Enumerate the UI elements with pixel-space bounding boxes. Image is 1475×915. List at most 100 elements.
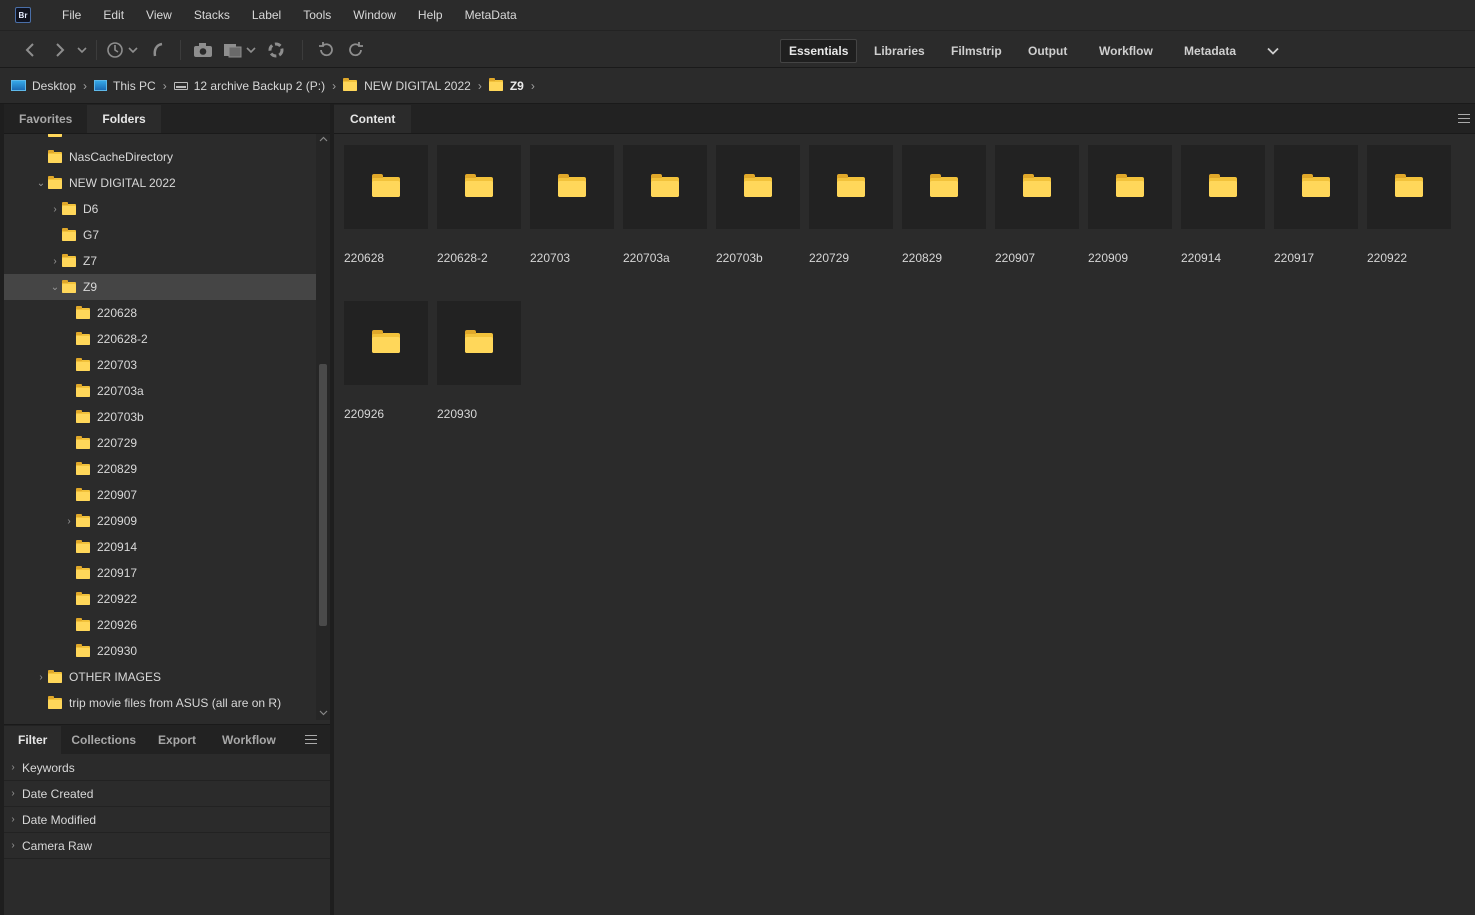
tab-favorites[interactable]: Favorites [4, 105, 87, 133]
workspace-workflow[interactable]: Workflow [1091, 39, 1161, 63]
breadcrumb-separator-icon[interactable]: › [83, 79, 87, 93]
tree-row[interactable]: NasCacheDirectory [4, 144, 318, 170]
tab-folders[interactable]: Folders [87, 105, 161, 133]
folder-thumbnail[interactable]: 220703a [623, 145, 707, 285]
filter-row[interactable]: › Date Created [4, 781, 330, 807]
tree-row[interactable]: 220628 [4, 300, 318, 326]
expand-chevron-icon[interactable]: › [48, 256, 62, 267]
thumbnail-box[interactable] [809, 145, 893, 229]
folder-thumbnail[interactable]: 220703b [716, 145, 800, 285]
refine-icon[interactable] [266, 39, 286, 61]
tree-row[interactable]: 220917 [4, 560, 318, 586]
thumbnail-box[interactable] [995, 145, 1079, 229]
tree-row[interactable]: 220926 [4, 612, 318, 638]
breadcrumb-new-digital-2022[interactable]: NEW DIGITAL 2022 [343, 78, 471, 93]
breadcrumb-separator-icon[interactable]: › [531, 79, 535, 93]
tree-row-clipped[interactable] [4, 134, 318, 144]
tree-row[interactable]: 220703 [4, 352, 318, 378]
menu-item-file[interactable]: File [51, 8, 92, 22]
tree-row[interactable]: 220930 [4, 638, 318, 664]
tree-row[interactable]: ⌄ Z9 [4, 274, 318, 300]
folder-thumbnail[interactable]: 220907 [995, 145, 1079, 285]
folder-thumbnail[interactable]: 220729 [809, 145, 893, 285]
tree-row[interactable]: › Z7 [4, 248, 318, 274]
tree-row[interactable]: 220914 [4, 534, 318, 560]
filter-row[interactable]: › Keywords [4, 755, 330, 781]
tab-workflow[interactable]: Workflow [208, 726, 290, 754]
expand-chevron-icon[interactable]: › [4, 788, 22, 799]
scroll-down-icon[interactable] [316, 708, 330, 718]
boomerang-icon[interactable] [148, 39, 168, 61]
rotate-left-icon[interactable] [316, 39, 336, 61]
tree-row[interactable]: 220703b [4, 404, 318, 430]
workspace-metadata[interactable]: Metadata [1176, 39, 1244, 63]
menu-item-help[interactable]: Help [407, 8, 454, 22]
menu-item-label[interactable]: Label [241, 8, 292, 22]
thumbnail-box[interactable] [437, 301, 521, 385]
folder-thumbnail[interactable]: 220917 [1274, 145, 1358, 285]
scroll-up-icon[interactable] [316, 134, 330, 144]
tree-row[interactable]: ⌄ NEW DIGITAL 2022 [4, 170, 318, 196]
breadcrumb-separator-icon[interactable]: › [163, 79, 167, 93]
collapse-chevron-icon[interactable]: ⌄ [48, 282, 62, 293]
workspace-filmstrip[interactable]: Filmstrip [943, 39, 1010, 63]
folder-tree-scrollbar[interactable] [316, 134, 330, 720]
thumbnail-box[interactable] [1367, 145, 1451, 229]
menu-item-tools[interactable]: Tools [292, 8, 342, 22]
history-chevron-icon[interactable] [126, 39, 140, 61]
tree-row[interactable]: 220729 [4, 430, 318, 456]
folder-thumbnail[interactable]: 220628-2 [437, 145, 521, 285]
menu-item-edit[interactable]: Edit [92, 8, 135, 22]
thumbnail-box[interactable] [437, 145, 521, 229]
back-arrow-icon[interactable] [22, 39, 38, 61]
workspace-more-chevron-icon[interactable] [1264, 40, 1282, 62]
filter-row[interactable]: › Camera Raw [4, 833, 330, 859]
tree-row[interactable]: trip movie files from ASUS (all are on R… [4, 690, 318, 716]
tab-export[interactable]: Export [146, 726, 208, 754]
camera-get-photos-icon[interactable] [192, 39, 214, 61]
thumbnail-box[interactable] [1181, 145, 1265, 229]
content-panel-menu-icon[interactable] [1458, 114, 1470, 123]
menu-item-view[interactable]: View [135, 8, 183, 22]
tree-row[interactable]: › D6 [4, 196, 318, 222]
tab-filter[interactable]: Filter [4, 726, 62, 754]
collapse-chevron-icon[interactable]: ⌄ [34, 178, 48, 189]
expand-chevron-icon[interactable]: › [62, 516, 76, 527]
menu-item-metadata[interactable]: MetaData [454, 8, 528, 22]
thumbnail-box[interactable] [530, 145, 614, 229]
folder-thumbnail[interactable]: 220926 [344, 301, 428, 441]
workspace-essentials[interactable]: Essentials [780, 39, 858, 63]
tree-row[interactable]: › OTHER IMAGES [4, 664, 318, 690]
menu-item-window[interactable]: Window [342, 8, 407, 22]
folder-thumbnail[interactable]: 220922 [1367, 145, 1451, 285]
thumbnail-box[interactable] [344, 145, 428, 229]
scrollbar-thumb[interactable] [319, 364, 327, 626]
expand-chevron-icon[interactable]: › [34, 672, 48, 683]
breadcrumb-desktop[interactable]: Desktop [11, 79, 76, 93]
thumbnail-box[interactable] [716, 145, 800, 229]
tree-row[interactable]: › 220909 [4, 508, 318, 534]
thumbnail-box[interactable] [902, 145, 986, 229]
tab-content[interactable]: Content [334, 105, 412, 133]
folder-thumbnail[interactable]: 220628 [344, 145, 428, 285]
breadcrumb-separator-icon[interactable]: › [478, 79, 482, 93]
filter-row[interactable]: › Date Modified [4, 807, 330, 833]
rotate-right-icon[interactable] [346, 39, 366, 61]
panel-menu-icon[interactable] [305, 735, 317, 744]
folder-thumbnail[interactable]: 220703 [530, 145, 614, 285]
thumbnail-box[interactable] [1274, 145, 1358, 229]
tree-row[interactable]: 220907 [4, 482, 318, 508]
bridge-logo-icon[interactable]: Br [15, 7, 31, 23]
tree-row[interactable]: 220703a [4, 378, 318, 404]
folder-thumbnail[interactable]: 220930 [437, 301, 521, 441]
expand-chevron-icon[interactable]: › [4, 762, 22, 773]
expand-chevron-icon[interactable]: › [48, 204, 62, 215]
copy-files-icon[interactable] [222, 39, 244, 61]
copy-chevron-icon[interactable] [244, 39, 258, 61]
folder-thumbnail[interactable]: 220909 [1088, 145, 1172, 285]
thumbnail-box[interactable] [623, 145, 707, 229]
tab-collections[interactable]: Collections [61, 726, 146, 754]
expand-chevron-icon[interactable]: › [4, 814, 22, 825]
folder-thumbnail[interactable]: 220914 [1181, 145, 1265, 285]
breadcrumb-drive[interactable]: 12 archive Backup 2 (P:) [173, 79, 325, 93]
